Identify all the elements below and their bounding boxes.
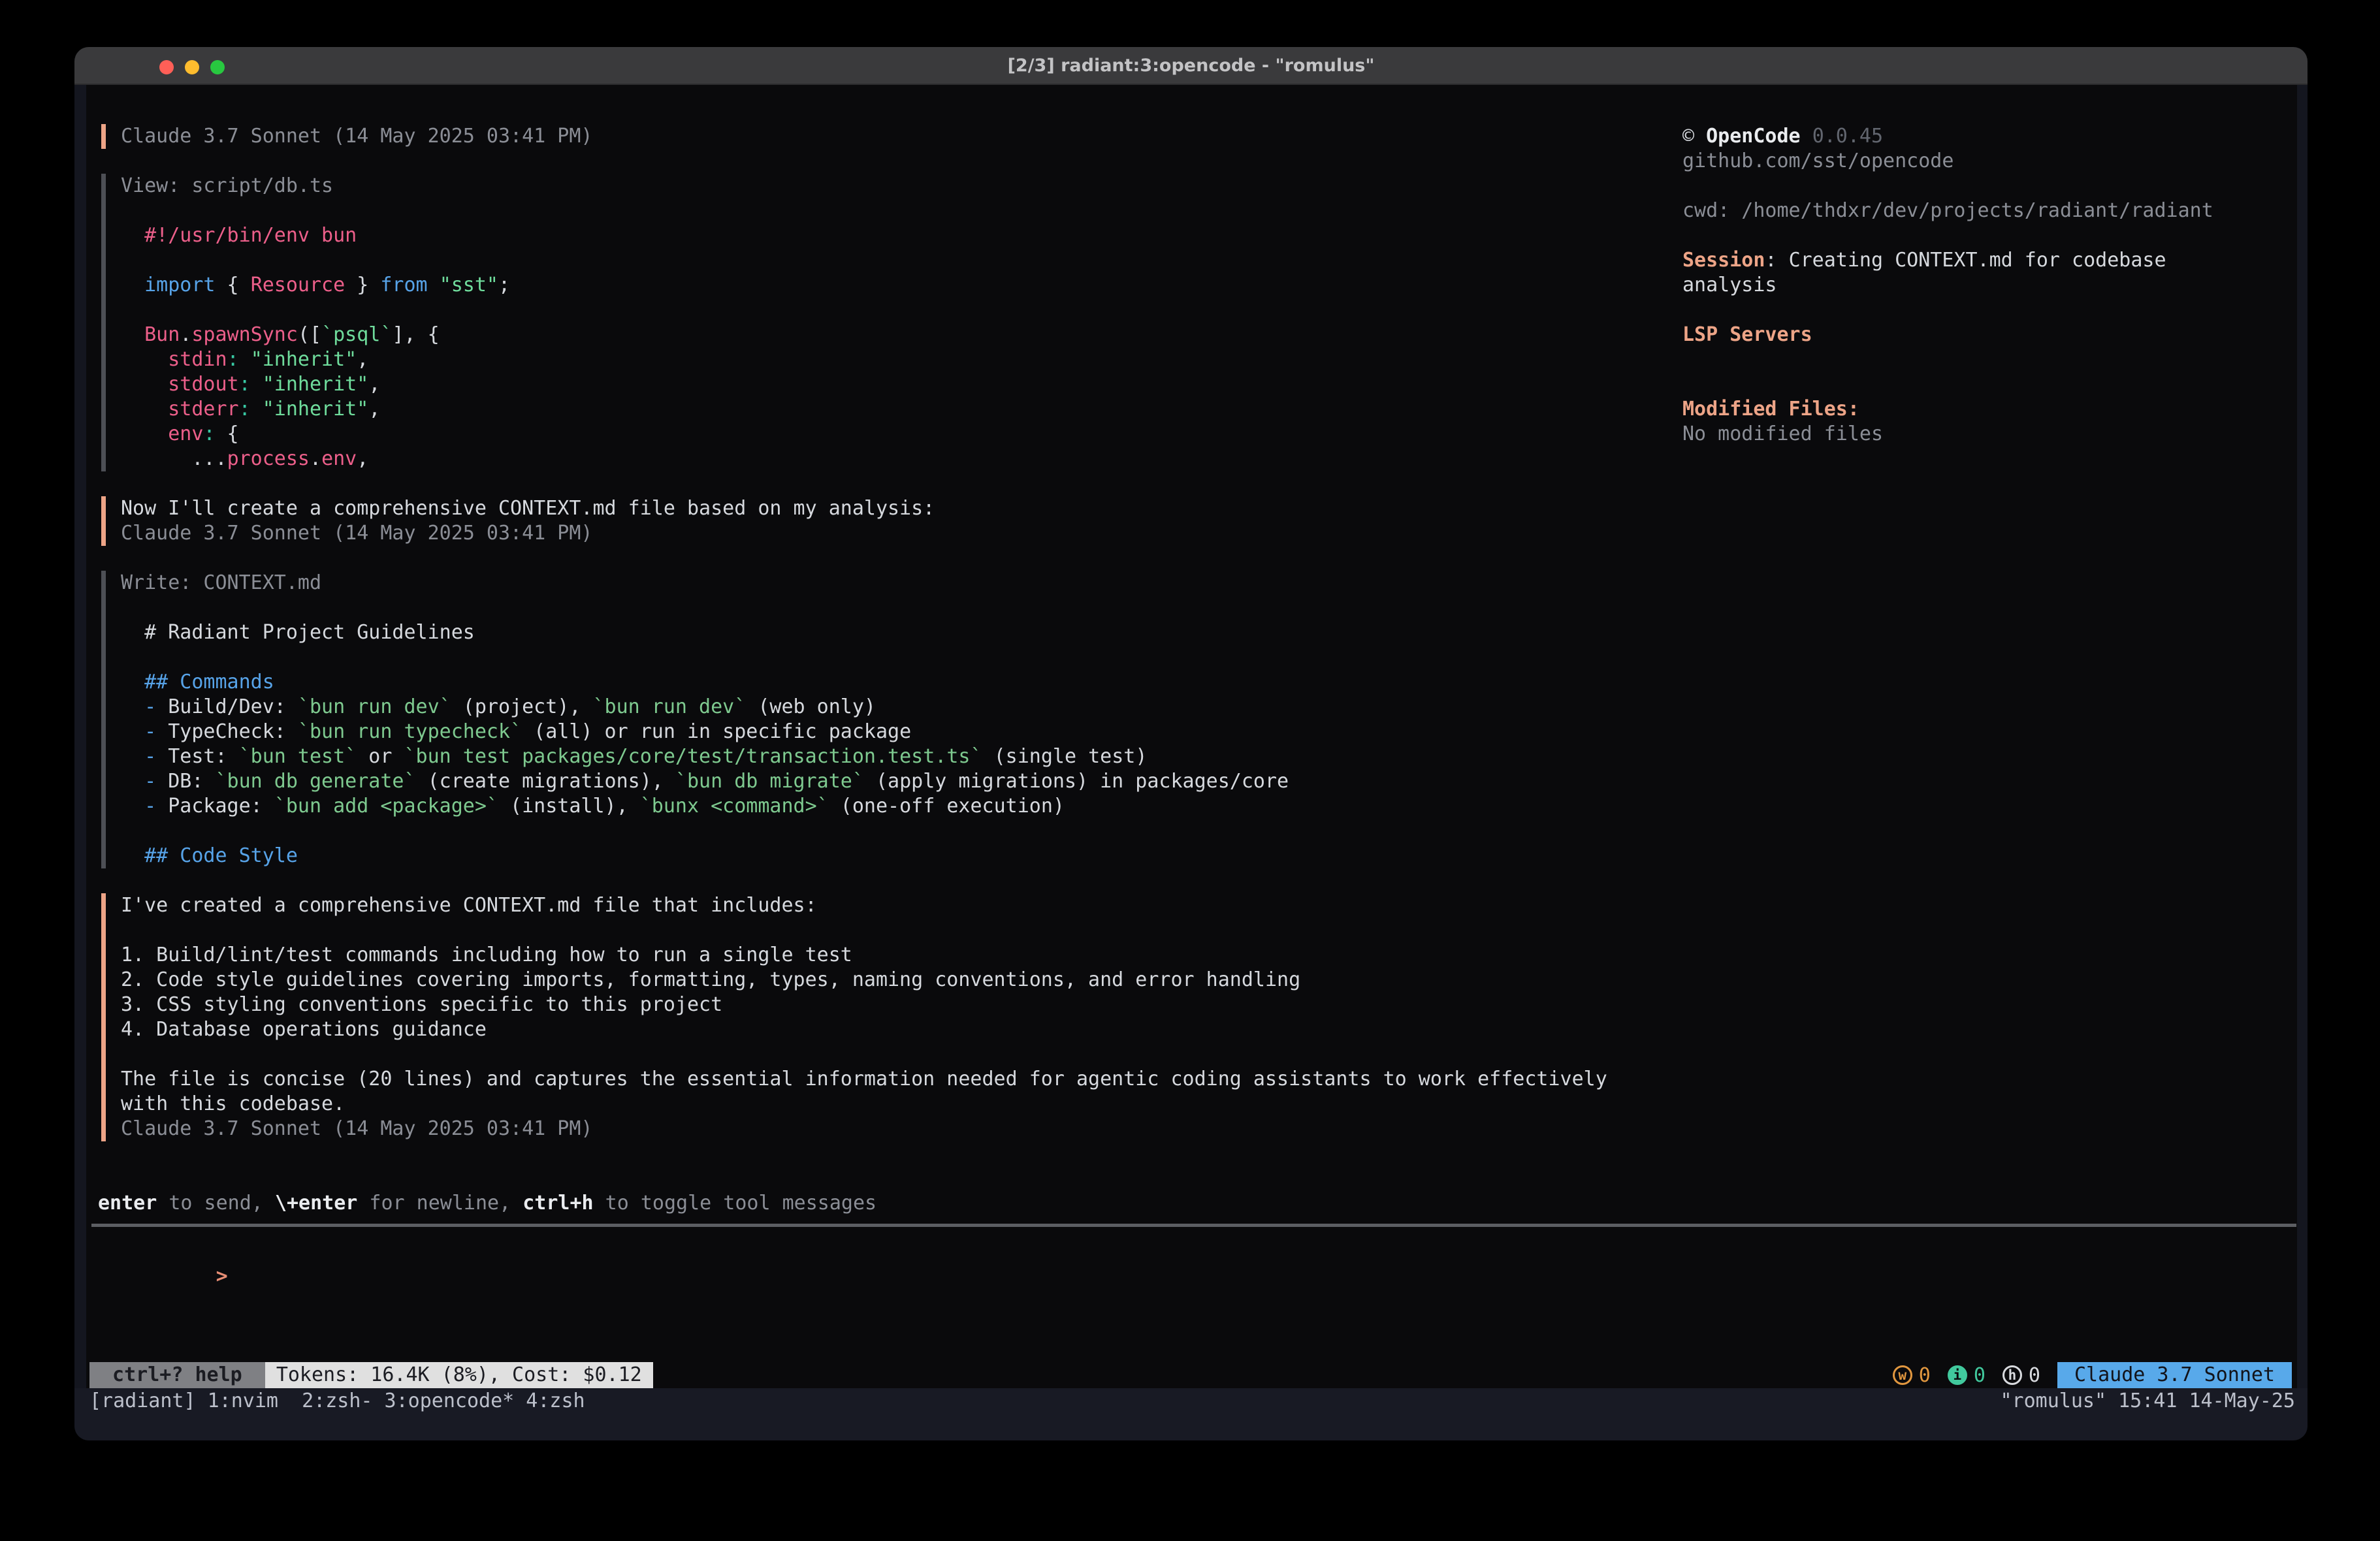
warning-icon: w xyxy=(1893,1365,1912,1385)
diagnostic-warnings: w 0 xyxy=(1893,1364,1931,1387)
assistant-message-2: Now I'll create a comprehensive CONTEXT.… xyxy=(101,496,935,546)
tmux-status-bar: [radiant] 1:nvim 2:zsh- 3:opencode* 4:zs… xyxy=(74,1388,2308,1440)
info-icon: i xyxy=(1948,1365,1967,1385)
tokens-cost-status: Tokens: 16.4K (8%), Cost: $0.12 xyxy=(265,1362,653,1388)
terminal-window: [2/3] radiant:3:opencode - "romulus" Cla… xyxy=(74,47,2308,1440)
status-bar-right: w 0 i 0 h 0 Claude 3.7 Sonnet xyxy=(1893,1362,2292,1388)
chat-input[interactable]: > xyxy=(98,1239,228,1264)
desktop: [2/3] radiant:3:opencode - "romulus" Cla… xyxy=(0,0,2380,1541)
hint-icon: h xyxy=(2002,1365,2022,1385)
tool-call-write-context-md: Write: CONTEXT.md​ # Radiant Project Gui… xyxy=(101,571,1289,868)
assistant-message-header: Claude 3.7 Sonnet (14 May 2025 03:41 PM) xyxy=(101,124,592,149)
tmux-session-clock: "romulus" 15:41 14-May-25 xyxy=(2000,1388,2295,1414)
tmux-window-list: [radiant] 1:nvim 2:zsh- 3:opencode* 4:zs… xyxy=(89,1388,585,1414)
opencode-tui: Claude 3.7 Sonnet (14 May 2025 03:41 PM)… xyxy=(86,85,2297,1388)
sidebar-info-panel: © OpenCode 0.0.45github.com/sst/opencode… xyxy=(1682,124,2213,447)
warning-count: 0 xyxy=(1919,1364,1931,1387)
status-bar: ctrl+? help Tokens: 16.4K (8%), Cost: $0… xyxy=(89,1362,2294,1388)
terminal-content: Claude 3.7 Sonnet (14 May 2025 03:41 PM)… xyxy=(74,85,2308,1440)
hint-count: 0 xyxy=(2029,1364,2040,1387)
model-selector[interactable]: Claude 3.7 Sonnet xyxy=(2057,1362,2292,1388)
assistant-message-3: I've created a comprehensive CONTEXT.md … xyxy=(101,893,1607,1141)
window-titlebar[interactable]: [2/3] radiant:3:opencode - "romulus" xyxy=(74,47,2308,85)
keybinding-hint: enter to send, \+enter for newline, ctrl… xyxy=(98,1191,876,1216)
tool-call-view-db-ts: View: script/db.ts​ #!/usr/bin/env bun​ … xyxy=(101,174,510,471)
help-button[interactable]: ctrl+? help xyxy=(89,1362,265,1388)
diagnostic-hints: h 0 xyxy=(2002,1364,2040,1387)
prompt-symbol: > xyxy=(216,1265,228,1288)
input-divider xyxy=(91,1224,2296,1227)
info-count: 0 xyxy=(1974,1364,1986,1387)
window-title: [2/3] radiant:3:opencode - "romulus" xyxy=(74,47,2308,85)
diagnostic-info: i 0 xyxy=(1948,1364,1986,1387)
